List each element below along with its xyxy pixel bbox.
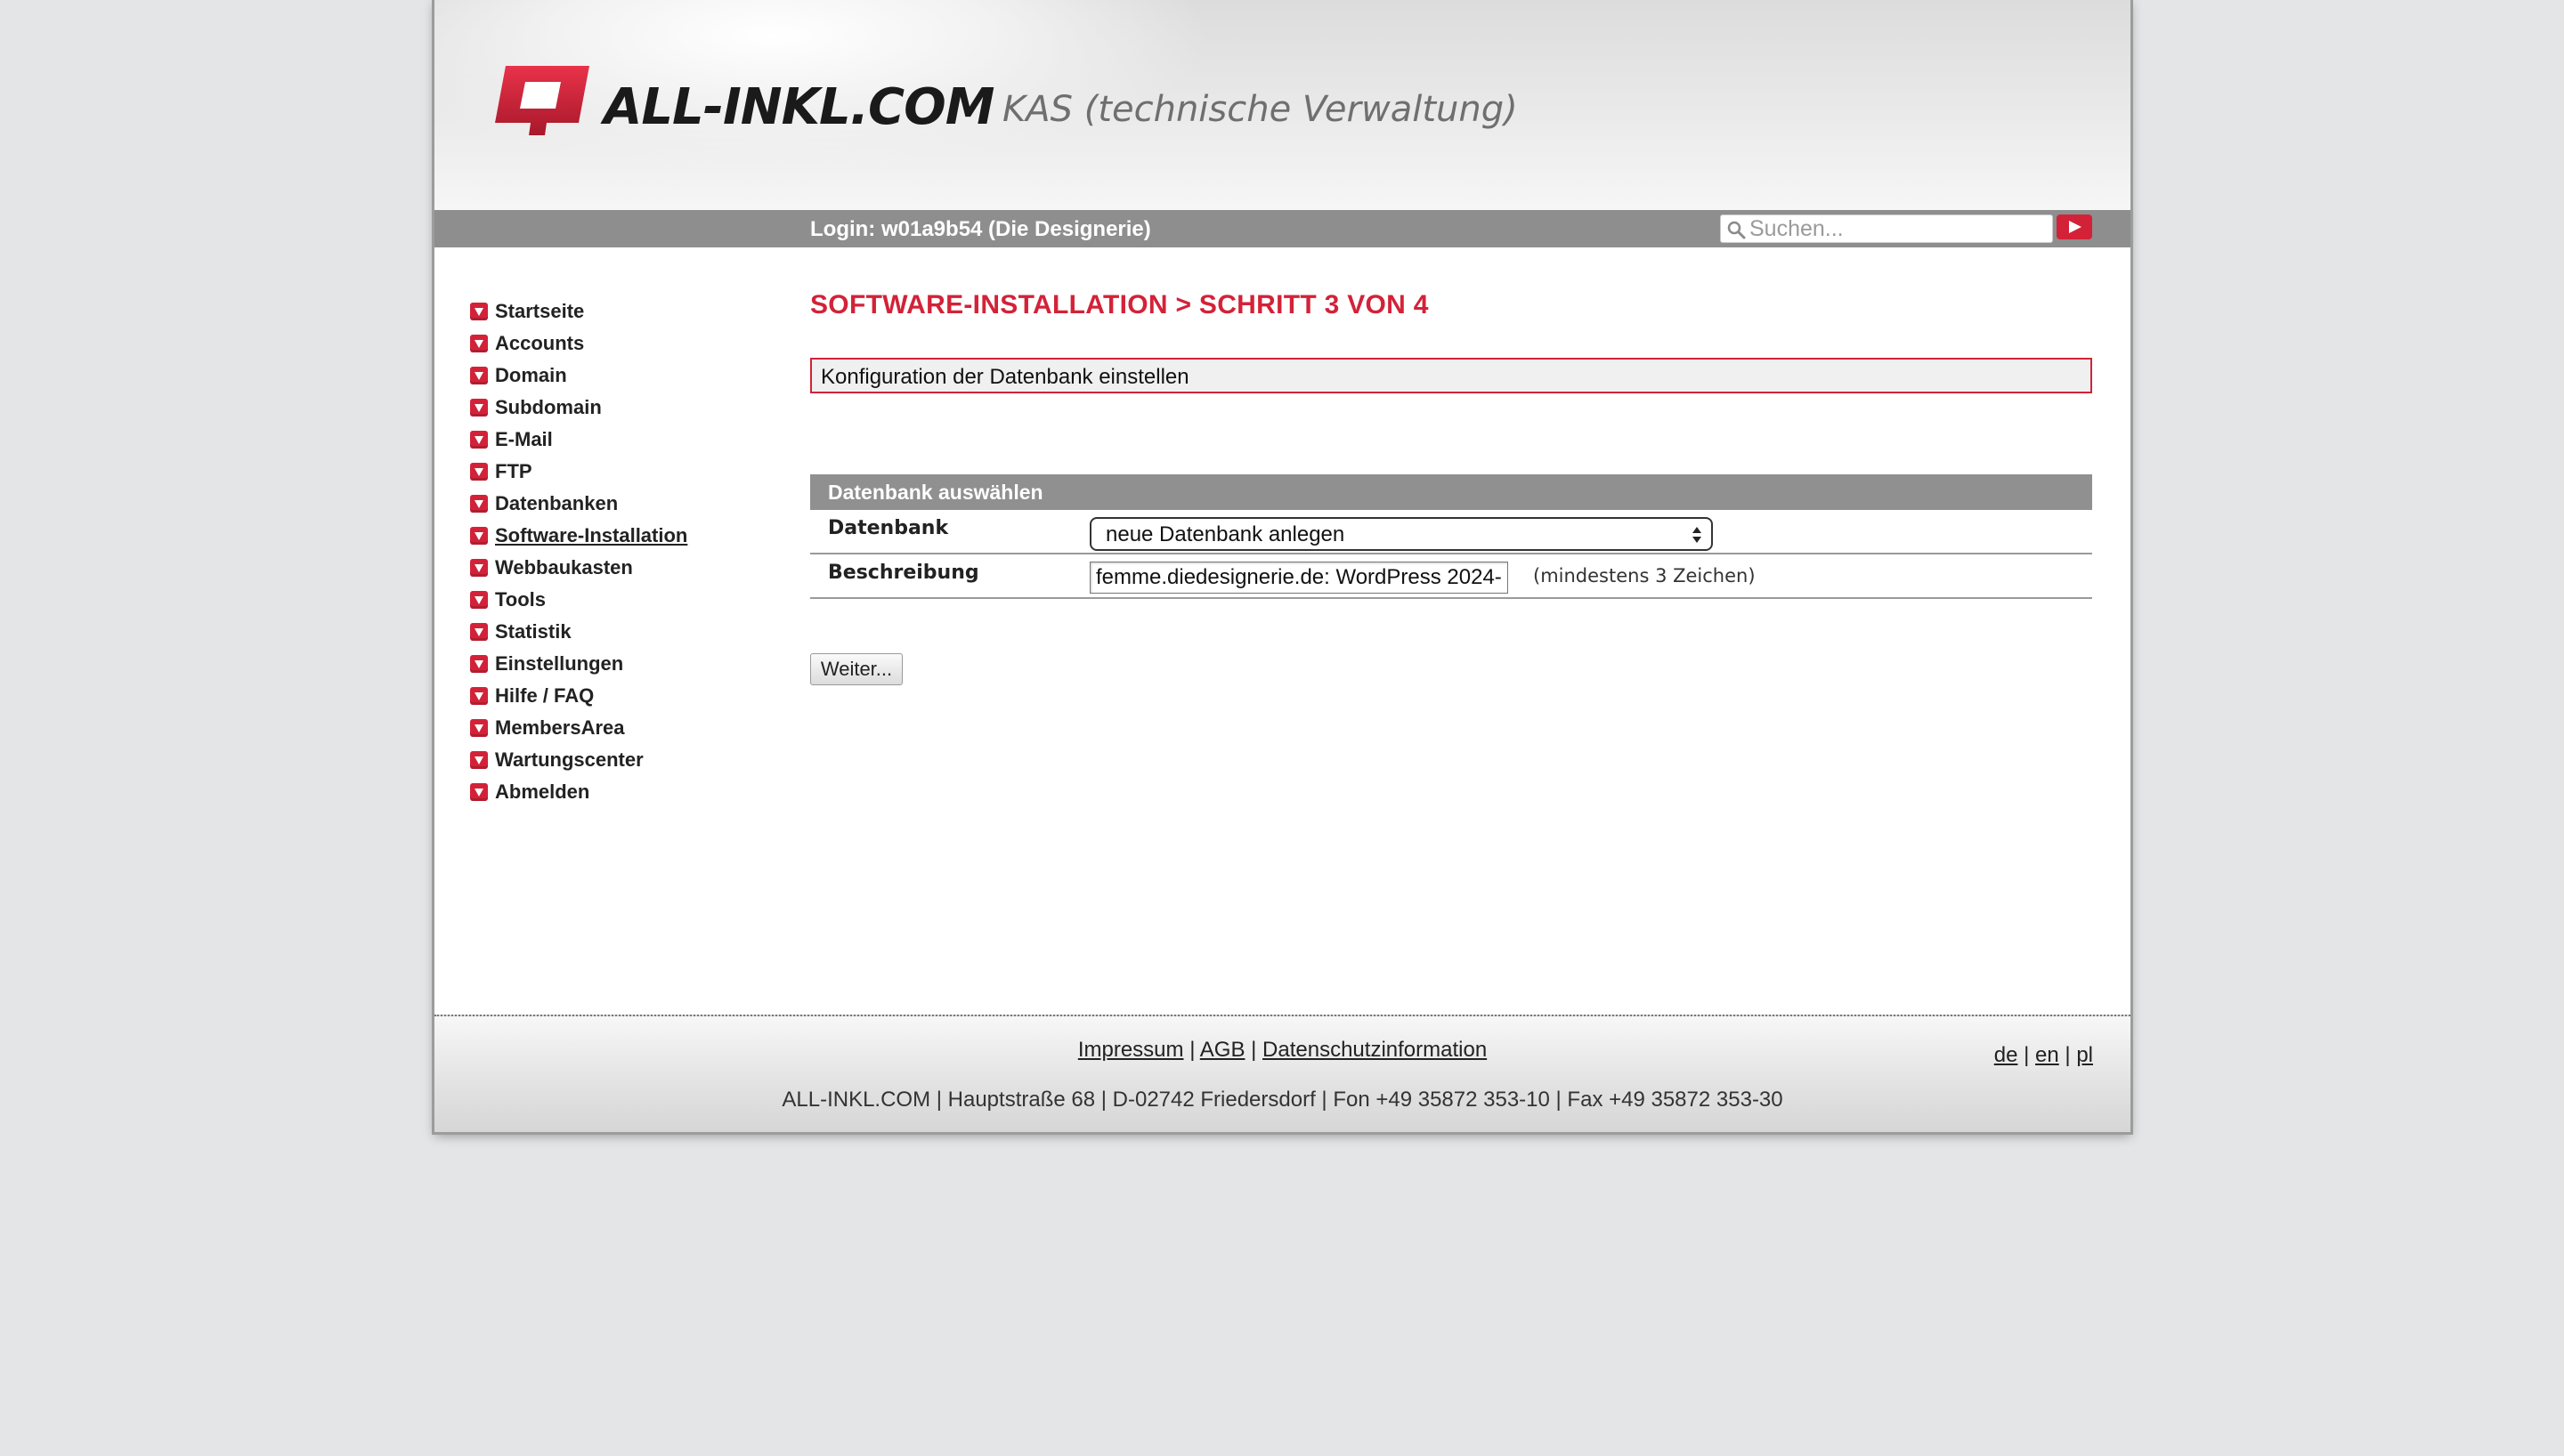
logo-text: ALL-INKL.COM <box>604 78 994 136</box>
arrow-down-bullet-icon <box>470 463 488 481</box>
sidebar-item-statistik[interactable]: Statistik <box>470 616 687 648</box>
sidebar-item-label: Subdomain <box>495 396 602 418</box>
select-arrows-icon <box>1692 527 1701 543</box>
next-button[interactable]: Weiter... <box>810 653 903 685</box>
arrow-down-bullet-icon <box>470 527 488 545</box>
sidebar-item-membersarea[interactable]: MembersArea <box>470 712 687 744</box>
sidebar-item-label: Datenbanken <box>495 492 619 514</box>
footer-address: ALL-INKL.COM | Hauptstraße 68 | D-02742 … <box>782 1088 1783 1112</box>
lang-de-link[interactable]: de <box>1994 1043 2018 1067</box>
search-box <box>1720 214 2053 243</box>
sidebar-item-email[interactable]: E-Mail <box>470 424 687 456</box>
arrow-down-bullet-icon <box>470 687 488 705</box>
description-input[interactable] <box>1090 562 1508 594</box>
description-row: Beschreibung (mindestens 3 Zeichen) <box>810 554 2092 599</box>
logo-icon <box>495 66 589 135</box>
app-subtitle: KAS (technische Verwaltung) <box>1002 89 1518 130</box>
header: ALL-INKL.COM KAS (technische Verwaltung) <box>434 0 2130 210</box>
arrow-down-bullet-icon <box>470 399 488 417</box>
play-arrow-icon <box>2069 221 2081 233</box>
sidebar-item-label: Hilfe / FAQ <box>495 684 595 707</box>
arrow-down-bullet-icon <box>470 719 488 737</box>
arrow-down-bullet-icon <box>470 783 488 801</box>
sidebar-item-label: Accounts <box>495 332 585 354</box>
arrow-down-bullet-icon <box>470 431 488 449</box>
separator: | <box>1251 1038 1263 1062</box>
arrow-down-bullet-icon <box>470 367 488 384</box>
info-box: Konfiguration der Datenbank einstellen <box>810 358 2092 393</box>
arrow-down-bullet-icon <box>470 303 488 320</box>
arrow-down-bullet-icon <box>470 751 488 769</box>
sidebar-item-label: E-Mail <box>495 428 553 450</box>
search-button[interactable] <box>2057 214 2092 239</box>
separator: | <box>1189 1038 1200 1062</box>
top-bar: Login: w01a9b54 (Die Designerie) <box>434 210 2130 247</box>
sidebar-item-label: Wartungscenter <box>495 748 644 771</box>
sidebar-item-datenbanken[interactable]: Datenbanken <box>470 488 687 520</box>
separator: | <box>2065 1043 2077 1067</box>
sidebar-item-startseite[interactable]: Startseite <box>470 295 687 328</box>
page-title: SOFTWARE-INSTALLATION > SCHRITT 3 VON 4 <box>810 290 1429 320</box>
sidebar-item-label: Domain <box>495 364 567 386</box>
sidebar-item-abmelden[interactable]: Abmelden <box>470 776 687 808</box>
database-row: Datenbank neue Datenbank anlegen <box>810 510 2092 554</box>
page-container: ALL-INKL.COM KAS (technische Verwaltung)… <box>434 0 2130 1132</box>
description-label: Beschreibung <box>828 562 979 584</box>
sidebar-item-label: FTP <box>495 460 532 482</box>
arrow-down-bullet-icon <box>470 655 488 673</box>
sidebar-item-hilfe-faq[interactable]: Hilfe / FAQ <box>470 680 687 712</box>
arrow-down-bullet-icon <box>470 495 488 513</box>
agb-link[interactable]: AGB <box>1200 1038 1245 1062</box>
arrow-down-bullet-icon <box>470 591 488 609</box>
separator: | <box>2024 1043 2036 1067</box>
sidebar-item-label: Einstellungen <box>495 652 624 675</box>
datenschutz-link[interactable]: Datenschutzinformation <box>1262 1038 1487 1062</box>
sidebar-item-tools[interactable]: Tools <box>470 584 687 616</box>
sidebar-item-wartungscenter[interactable]: Wartungscenter <box>470 744 687 776</box>
sidebar-item-label: Tools <box>495 588 547 611</box>
sidebar-item-software-installation[interactable]: Software-Installation <box>470 520 687 552</box>
sidebar-item-label: Abmelden <box>495 781 590 803</box>
footer-links: Impressum | AGB | Datenschutzinformation <box>434 1038 2130 1063</box>
sidebar-item-einstellungen[interactable]: Einstellungen <box>470 648 687 680</box>
search-input[interactable] <box>1749 217 2043 240</box>
arrow-down-bullet-icon <box>470 335 488 352</box>
sidebar-item-label: Webbaukasten <box>495 556 633 578</box>
sidebar-item-ftp[interactable]: FTP <box>470 456 687 488</box>
sidebar-item-label: Statistik <box>495 620 572 643</box>
arrow-down-bullet-icon <box>470 559 488 577</box>
login-info: Login: w01a9b54 (Die Designerie) <box>810 217 1151 241</box>
search-icon <box>1727 221 1746 239</box>
database-select[interactable]: neue Datenbank anlegen <box>1090 517 1713 551</box>
impressum-link[interactable]: Impressum <box>1078 1038 1184 1062</box>
sidebar-item-subdomain[interactable]: Subdomain <box>470 392 687 424</box>
section-header: Datenbank auswählen <box>810 474 2092 510</box>
database-label: Datenbank <box>828 517 949 539</box>
main-content: SOFTWARE-INSTALLATION > SCHRITT 3 VON 4 … <box>810 290 2092 685</box>
sidebar-nav: Startseite Accounts Domain Subdomain E-M… <box>470 295 687 808</box>
sidebar-item-accounts[interactable]: Accounts <box>470 328 687 360</box>
lang-pl-link[interactable]: pl <box>2076 1043 2093 1067</box>
database-section: Datenbank auswählen Datenbank neue Daten… <box>810 474 2092 599</box>
arrow-down-bullet-icon <box>470 623 488 641</box>
sidebar-item-webbaukasten[interactable]: Webbaukasten <box>470 552 687 584</box>
sidebar-item-label: MembersArea <box>495 716 625 739</box>
sidebar-item-label: Software-Installation <box>495 524 688 546</box>
database-select-value: neue Datenbank anlegen <box>1106 522 1345 546</box>
sidebar-item-label: Startseite <box>495 300 585 322</box>
language-switch: de | en | pl <box>1994 1043 2093 1068</box>
description-hint: (mindestens 3 Zeichen) <box>1533 565 1756 586</box>
sidebar-item-domain[interactable]: Domain <box>470 360 687 392</box>
footer: Impressum | AGB | Datenschutzinformation… <box>434 1015 2130 1132</box>
lang-en-link[interactable]: en <box>2035 1043 2059 1067</box>
